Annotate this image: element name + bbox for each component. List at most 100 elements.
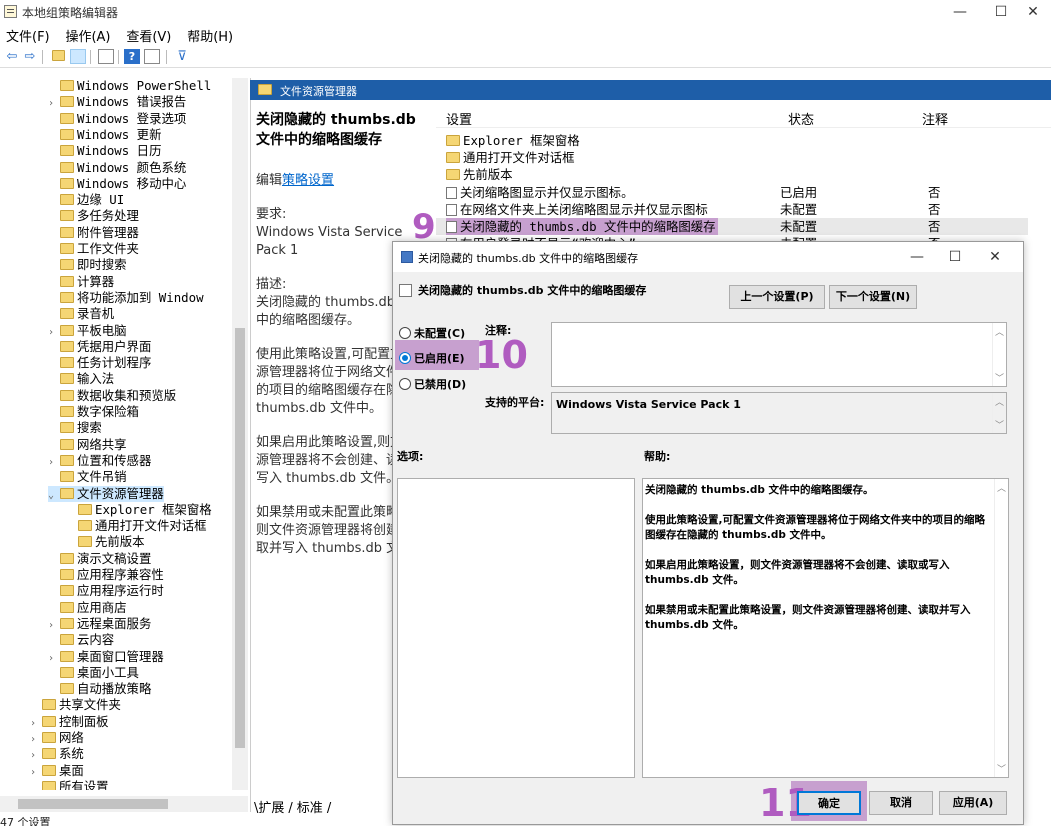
tree-item[interactable]: Windows 移动中心	[48, 176, 186, 192]
comment-textarea[interactable]: ︿ ﹀	[551, 322, 1007, 387]
dialog-maximize-button[interactable]: ☐	[939, 246, 971, 268]
tree-item-label: 位置和传感器	[77, 452, 152, 468]
list-item[interactable]: 先前版本	[436, 166, 1028, 183]
menu-action[interactable]: 操作(A)	[59, 24, 116, 47]
filter-icon[interactable]: ⊽	[174, 49, 190, 64]
policy-setting-icon	[446, 221, 457, 233]
pane-header: 文件资源管理器	[250, 80, 1051, 100]
tree-item[interactable]: › 控制面板	[30, 714, 109, 730]
tree-item[interactable]: 多任务处理	[48, 208, 139, 224]
tree-item[interactable]: › 系统	[30, 746, 84, 762]
tree-item[interactable]: 网络共享	[48, 437, 127, 453]
tree-item[interactable]: 应用程序兼容性	[48, 567, 164, 583]
dialog-close-button[interactable]: ✕	[979, 246, 1011, 268]
tree-item[interactable]: › 桌面	[30, 763, 84, 779]
edit-policy-link[interactable]: 策略设置	[282, 173, 334, 188]
tree-item[interactable]: › 网络	[30, 730, 84, 746]
radio-disabled[interactable]: 已禁用(D)	[399, 376, 466, 392]
forward-arrow-icon[interactable]: ⇨	[22, 49, 38, 64]
tree-item[interactable]: 附件管理器	[48, 225, 139, 241]
tree-item[interactable]: 边缘 UI	[48, 192, 124, 208]
list-item[interactable]: 在网络文件夹上关闭缩略图显示并仅显示图标 未配置否	[436, 201, 1028, 218]
tree-item[interactable]: 即时搜索	[48, 257, 127, 273]
tree-item[interactable]: 所有设置	[30, 779, 109, 790]
tree-item[interactable]: Windows PowerShell	[48, 78, 211, 94]
tree-item[interactable]: › 桌面窗口管理器	[48, 649, 164, 665]
policy-setting-icon	[446, 203, 457, 216]
options-panel	[397, 478, 635, 778]
tree-item-label: 通用打开文件对话框	[95, 518, 207, 534]
tree-item[interactable]: 凭据用户界面	[48, 339, 151, 355]
up-folder-icon[interactable]	[50, 49, 66, 64]
tree-item[interactable]: › 位置和传感器	[48, 453, 151, 469]
folder-icon	[60, 291, 74, 303]
tree-item[interactable]: Windows 日历	[48, 143, 161, 159]
tree-vertical-scrollbar[interactable]	[232, 78, 248, 790]
list-item[interactable]: Explorer 框架窗格	[436, 132, 1028, 149]
cancel-button[interactable]: 取消	[869, 791, 933, 815]
tree-item[interactable]: 录音机	[48, 306, 114, 322]
export-list-icon[interactable]	[98, 49, 114, 64]
menu-file[interactable]: 文件(F)	[0, 24, 56, 47]
folder-icon	[60, 438, 74, 450]
tree-item[interactable]: 自动播放策略	[48, 681, 151, 697]
tree-item[interactable]: 数字保险箱	[48, 404, 139, 420]
tree-item[interactable]: 任务计划程序	[48, 355, 151, 371]
next-setting-button[interactable]: 下一个设置(N)	[829, 285, 917, 309]
column-note[interactable]: 注释	[922, 109, 948, 128]
tree-item[interactable]: › 远程桌面服务	[48, 616, 151, 632]
tree-item[interactable]: Windows 更新	[48, 127, 161, 143]
tree-item[interactable]: 应用程序运行时	[48, 583, 164, 599]
radio-enabled[interactable]: 已启用(E)	[399, 350, 465, 366]
folder-icon	[60, 617, 74, 629]
apply-button[interactable]: 应用(A)	[939, 791, 1007, 815]
tree-item[interactable]: 数据收集和预览版	[48, 388, 176, 404]
tree-item[interactable]: ⌄ 文件资源管理器	[48, 485, 164, 504]
tree-item-label: 边缘 UI	[77, 192, 125, 208]
tree-item[interactable]: 输入法	[48, 371, 114, 387]
show-hide-tree-icon[interactable]	[70, 49, 86, 64]
tree-item[interactable]: Windows 颜色系统	[48, 160, 186, 176]
help-icon[interactable]: ?	[124, 49, 140, 64]
tree-item[interactable]: 桌面小工具	[48, 665, 139, 681]
tree-item[interactable]: 演示文稿设置	[48, 551, 151, 567]
menu-help[interactable]: 帮助(H)	[181, 24, 239, 47]
radio-not-configured[interactable]: 未配置(C)	[399, 325, 465, 341]
folder-icon	[60, 177, 74, 189]
tree-item[interactable]: 应用商店	[48, 600, 127, 616]
ok-button[interactable]: 确定	[797, 791, 861, 815]
list-item[interactable]: 关闭隐藏的 thumbs.db 文件中的缩略图缓存 未配置否	[436, 218, 1028, 235]
tree-item[interactable]: 文件吊销	[48, 469, 127, 485]
tree-horizontal-scrollbar[interactable]	[0, 796, 248, 812]
tree-item[interactable]: 搜索	[48, 420, 102, 436]
tree-item[interactable]: 工作文件夹	[48, 241, 139, 257]
properties-icon[interactable]	[144, 49, 160, 64]
minimize-button[interactable]: —	[937, 0, 983, 24]
tree-item[interactable]: 通用打开文件对话框	[66, 518, 207, 534]
folder-icon	[258, 84, 272, 95]
tree-item[interactable]: 将功能添加到 Window	[48, 290, 204, 306]
folder-icon	[60, 357, 74, 369]
dialog-title-bar: 关闭隐藏的 thumbs.db 文件中的缩略图缓存 — ☐ ✕	[393, 242, 1023, 272]
close-button[interactable]: ✕	[1010, 0, 1051, 24]
menu-view[interactable]: 查看(V)	[120, 24, 177, 47]
tree-item[interactable]: 云内容	[48, 632, 114, 648]
tree-item[interactable]: 共享文件夹	[30, 697, 121, 713]
folder-icon	[78, 503, 92, 515]
column-setting[interactable]: 设置	[446, 109, 472, 128]
tree-item[interactable]: › Windows 错误报告	[48, 94, 186, 110]
list-item[interactable]: 通用打开文件对话框	[436, 149, 1028, 166]
column-state[interactable]: 状态	[788, 109, 814, 128]
tree-item[interactable]: Windows 登录选项	[48, 111, 186, 127]
tree-item[interactable]: 先前版本	[66, 534, 145, 550]
previous-setting-button[interactable]: 上一个设置(P)	[729, 285, 825, 309]
tree-item[interactable]: 计算器	[48, 274, 114, 290]
tree-item[interactable]: Explorer 框架窗格	[66, 502, 212, 518]
expand-chevron-icon[interactable]: ⌄	[48, 488, 60, 504]
list-item[interactable]: 关闭缩略图显示并仅显示图标。 已启用否	[436, 184, 1028, 201]
back-arrow-icon[interactable]: ⇦	[4, 49, 20, 64]
tree-item[interactable]: › 平板电脑	[48, 323, 127, 339]
folder-icon	[42, 764, 56, 776]
tree-item-label: 共享文件夹	[59, 697, 121, 713]
dialog-minimize-button[interactable]: —	[901, 246, 933, 268]
